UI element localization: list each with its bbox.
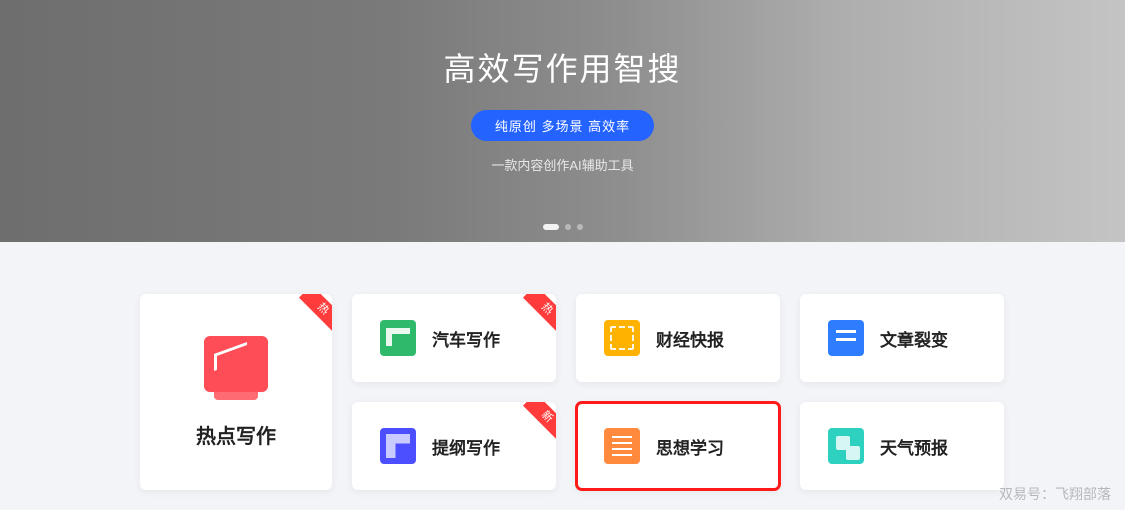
card-label: 提纲写作 [432,434,500,459]
book-icon [380,320,416,356]
card-article-split[interactable]: 文章裂变 [800,294,1004,382]
carousel-dot[interactable] [577,224,583,230]
feature-grid: 热 热点写作 热 汽车写作 财经快报 文章裂变 新 提纲写作 思想学习 [140,294,1004,490]
carousel-dot-active[interactable] [543,224,559,230]
hero-subtitle: 一款内容创作AI辅助工具 [491,155,633,174]
carousel-dots[interactable] [543,224,583,230]
hero-banner: 高效写作用智搜 纯原创 多场景 高效率 一款内容创作AI辅助工具 [0,0,1125,242]
card-label: 汽车写作 [432,326,500,351]
ribbon-new: 新 [523,402,556,441]
card-label: 文章裂变 [880,326,948,351]
chart-monitor-icon [204,336,268,392]
ribbon-hot: 热 [299,294,332,333]
watermark-text: 双易号：飞翔部落 [999,484,1111,504]
document-icon [828,320,864,356]
carousel-dot[interactable] [565,224,571,230]
card-label: 思想学习 [656,434,724,459]
card-label: 热点写作 [196,420,276,449]
notebook-icon [604,428,640,464]
small-card-grid: 热 汽车写作 财经快报 文章裂变 新 提纲写作 思想学习 天气预报 [352,294,1004,490]
card-weather-forecast[interactable]: 天气预报 [800,402,1004,490]
newspaper-icon [604,320,640,356]
grid-icon [380,428,416,464]
hero-title: 高效写作用智搜 [443,44,681,90]
card-outline-writing[interactable]: 新 提纲写作 [352,402,556,490]
hero-tagline-pill: 纯原创 多场景 高效率 [471,110,654,141]
tiles-icon [828,428,864,464]
card-label: 天气预报 [880,434,948,459]
card-label: 财经快报 [656,326,724,351]
card-thought-study[interactable]: 思想学习 [576,402,780,490]
card-finance-news[interactable]: 财经快报 [576,294,780,382]
card-auto-writing[interactable]: 热 汽车写作 [352,294,556,382]
ribbon-hot: 热 [523,294,556,333]
card-hot-writing[interactable]: 热 热点写作 [140,294,332,490]
